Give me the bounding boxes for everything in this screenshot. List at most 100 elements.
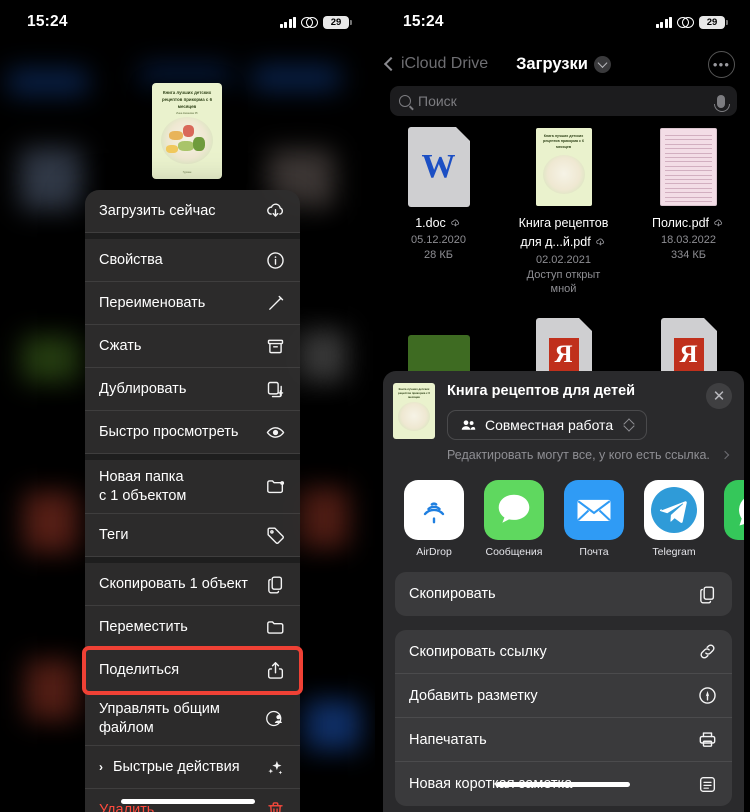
collaboration-selector[interactable]: Совместная работа (447, 410, 647, 440)
back-label: iCloud Drive (401, 55, 489, 72)
share-action-item-1-1[interactable]: Добавить разметку (395, 674, 732, 718)
file-item[interactable]: W 1.doc 05.12.2020 28 КБ (376, 126, 501, 296)
context-menu-item-label: Теги (99, 526, 129, 543)
share-action-label: Скопировать (409, 586, 496, 602)
share-app-whatsapp[interactable]: Wh (723, 480, 744, 558)
file-item[interactable]: Полис.pdf 18.03.2022 334 КБ (626, 126, 750, 296)
context-menu-item-4[interactable]: Дублировать (85, 368, 300, 411)
context-menu-item-12[interactable]: › Быстрые действия (85, 746, 300, 789)
navigation-bar: iCloud Drive Загрузки ••• (376, 44, 750, 84)
up-down-chevron-icon (625, 418, 634, 432)
file-grid: W 1.doc 05.12.2020 28 КБ Книга лучших детски… (376, 126, 750, 396)
eye-icon (265, 422, 286, 443)
book-pdf-thumbnail: Книга лучших детских рецептов прикорма с… (535, 128, 592, 206)
status-bar: 15:24 29 (376, 0, 750, 44)
home-indicator (496, 782, 630, 787)
chevron-left-icon (383, 56, 399, 72)
context-menu-item-label: Переместить (99, 618, 188, 635)
ellipsis-circle-icon[interactable]: ••• (708, 50, 735, 78)
share-action-item-0-0[interactable]: Скопировать (395, 572, 732, 616)
people-icon (461, 419, 476, 430)
dragged-file-preview[interactable]: Книга лучших детских рецептов прикорма с… (152, 83, 222, 179)
close-icon[interactable]: ✕ (706, 383, 732, 409)
context-menu-item-5[interactable]: Быстро просмотреть (85, 411, 300, 454)
share-action-group-0: Скопировать (395, 572, 732, 616)
info-circle-icon (265, 250, 286, 271)
context-menu-item-3[interactable]: Сжать (85, 325, 300, 368)
airdrop-icon (404, 480, 464, 540)
share-thumb-title: Книга лучших детских рецептов прикорма с… (398, 387, 430, 400)
context-menu-item-9[interactable]: Переместить (85, 606, 300, 649)
share-app-label: Сообщения (485, 546, 543, 558)
search-field[interactable]: Поиск (390, 86, 737, 116)
context-menu-item-0[interactable]: Загрузить сейчас (85, 190, 300, 233)
cloud-download-icon (712, 218, 725, 229)
archive-box-icon (265, 336, 286, 357)
preview-title: Книга лучших детских рецептов прикорма с… (161, 90, 213, 109)
context-menu-item-label: Загрузить сейчас (99, 202, 216, 219)
context-menu-item-8[interactable]: Скопировать 1 объект (85, 563, 300, 606)
file-name: 1.doc (415, 215, 462, 231)
cellular-bars-icon (655, 16, 672, 28)
mail-icon (564, 480, 624, 540)
copy-icon (265, 574, 286, 595)
preview-author: Инна Казакова Ph (176, 112, 198, 116)
file-date: 05.12.2020 (410, 234, 467, 247)
microphone-icon[interactable] (714, 94, 730, 112)
share-app-label: Почта (579, 546, 609, 558)
permission-text: Редактировать могут все, у кого есть ссы… (447, 448, 710, 462)
preview-plate-graphic (161, 117, 213, 164)
new-folder-icon (265, 476, 286, 497)
right-phone-screen: 15:24 29 iCloud Drive Загрузки ••• Поиск… (375, 0, 750, 812)
status-indicators: 29 (655, 15, 729, 29)
preview-footer: Гурман (182, 171, 192, 174)
context-menu-item-6[interactable]: Новая папка с 1 объектом (85, 460, 300, 514)
share-app-telegram[interactable]: Telegram (643, 480, 705, 558)
link-icon (697, 641, 718, 662)
context-menu-item-label: Поделиться (99, 661, 180, 678)
share-sheet[interactable]: Книга лучших детских рецептов прикорма с… (383, 371, 744, 812)
share-app-airdrop[interactable]: AirDrop (403, 480, 465, 558)
context-menu-item-2[interactable]: Переименовать (85, 282, 300, 325)
context-menu-item-label: Новая папка с 1 объектом (99, 468, 187, 504)
context-menu-item-10[interactable]: Поделиться (85, 649, 300, 692)
context-menu-item-1[interactable]: Свойства (85, 239, 300, 282)
share-action-item-1-0[interactable]: Скопировать ссылку (395, 630, 732, 674)
copy-icon (697, 584, 718, 605)
permission-row[interactable]: Редактировать могут все, у кого есть ссы… (447, 448, 732, 462)
green-card-thumbnail (407, 335, 470, 376)
share-action-label: Скопировать ссылку (409, 643, 547, 660)
file-date: 02.02.2021 (535, 253, 592, 266)
printer-icon (697, 729, 718, 750)
share-app-messages[interactable]: Сообщения (483, 480, 545, 558)
left-phone-screen: Книга лучших детских рецептов прикорма с… (0, 0, 375, 812)
context-menu-item-label: Дублировать (99, 380, 187, 397)
share-action-group-1: Скопировать ссылку Добавить разметку Напеч… (395, 630, 732, 806)
cloud-download-icon (449, 218, 462, 229)
sparkles-icon (265, 757, 286, 778)
share-apps-row: AirDrop Сообщения Почта Telegram Wh (383, 462, 744, 558)
context-menu-item-label: Переименовать (99, 294, 206, 311)
share-app-mail[interactable]: Почта (563, 480, 625, 558)
back-button[interactable]: iCloud Drive (383, 55, 489, 73)
context-menu-item-label: Быстрые действия (113, 758, 240, 775)
chevron-down-icon[interactable] (593, 55, 611, 73)
share-app-label: Telegram (652, 546, 696, 558)
folder-icon (265, 617, 286, 638)
context-menu-item-7[interactable]: Теги (85, 514, 300, 557)
context-menu-item-label: Скопировать 1 объект (99, 575, 248, 592)
share-app-label: AirDrop (416, 546, 452, 558)
cellular-bars-icon (279, 16, 296, 28)
markup-pen-icon (697, 685, 718, 706)
context-menu-item-11[interactable]: Управлять общим файлом (85, 692, 300, 746)
share-action-item-1-2[interactable]: Напечатать (395, 718, 732, 762)
tag-icon (265, 525, 286, 546)
file-name: Полис.pdf (652, 215, 725, 231)
battery-icon: 29 (323, 15, 353, 29)
file-date: 18.03.2022 (660, 234, 717, 247)
file-item[interactable]: Книга лучших детских рецептов прикорма с… (501, 126, 626, 296)
context-menu-item-label: Свойства (99, 251, 163, 268)
search-placeholder: Поиск (418, 93, 457, 109)
file-size: 28 КБ (424, 249, 453, 262)
file-context-menu[interactable]: Загрузить сейчас Свойства Переименовать Сжа… (85, 190, 300, 812)
